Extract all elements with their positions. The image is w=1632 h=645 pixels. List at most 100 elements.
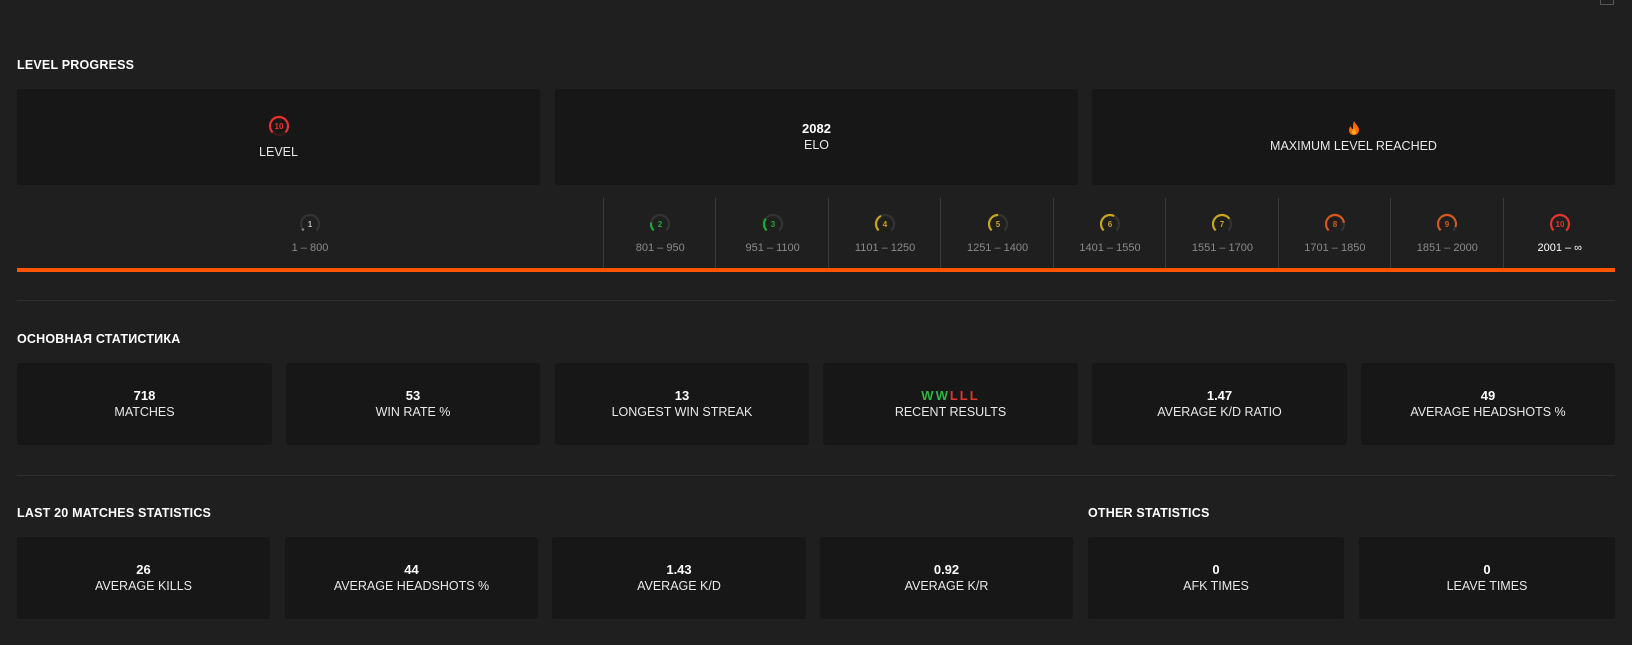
- collapse-icon[interactable]: [1600, 0, 1614, 5]
- level-range: 801 – 950: [635, 242, 685, 254]
- max-level-label: MAXIMUM LEVEL REACHED: [1270, 138, 1437, 153]
- last20-avg-kd-label: AVERAGE K/D: [637, 578, 721, 593]
- level-range: 1851 – 2000: [1416, 242, 1478, 254]
- level-number: 10: [1555, 220, 1564, 229]
- avg-kd-label: AVERAGE K/D RATIO: [1157, 404, 1282, 419]
- level-range: 1701 – 1850: [1304, 242, 1366, 254]
- avg-kills-label: AVERAGE KILLS: [94, 578, 193, 593]
- divider: [17, 300, 1615, 301]
- level-number: 6: [1108, 220, 1113, 229]
- last20-title: LAST 20 MATCHES STATISTICS: [17, 506, 212, 520]
- longest-streak-card: 13 LONGEST WIN STREAK: [555, 363, 809, 445]
- level-range: 951 – 1100: [745, 242, 800, 254]
- level-7-icon: 7: [1212, 213, 1233, 235]
- win-rate-card: 53 WIN RATE %: [286, 363, 540, 445]
- recent-results-label: RECENT RESULTS: [894, 404, 1007, 419]
- level-number: 2: [658, 220, 663, 229]
- last20-avg-headshots-card: 44 AVERAGE HEADSHOTS %: [285, 537, 538, 619]
- flame-icon: [1348, 120, 1359, 135]
- result-win: W: [935, 387, 950, 403]
- level-strip: 1 1 – 800 2 801 – 950 3 951 – 1100 4 1101 – 125…: [17, 198, 1615, 270]
- avg-kd-card: 1.47 AVERAGE K/D RATIO: [1092, 363, 1347, 445]
- elo-label: ELO: [803, 137, 829, 152]
- result-loss: L: [959, 387, 970, 403]
- level-3-icon: 3: [762, 213, 783, 235]
- level-10-icon: 10: [1549, 213, 1570, 235]
- other-stats-title: OTHER STATISTICS: [1088, 506, 1210, 520]
- level-number: 3: [770, 220, 775, 229]
- level-number: 9: [1445, 220, 1450, 229]
- win-rate-value: 53: [405, 387, 421, 403]
- last20-avg-kd-value: 1.43: [666, 561, 692, 577]
- level-2-icon: 2: [650, 213, 671, 235]
- leave-times-value: 0: [1483, 561, 1491, 577]
- avg-headshots-value: 49: [1480, 387, 1496, 403]
- win-rate-label: WIN RATE %: [375, 404, 451, 419]
- level-number: 4: [883, 220, 888, 229]
- avg-kr-card: 0.92 AVERAGE K/R: [820, 537, 1073, 619]
- recent-results-list: WWLLL: [921, 388, 979, 404]
- avg-headshots-card: 49 AVERAGE HEADSHOTS %: [1361, 363, 1615, 445]
- longest-streak-value: 13: [674, 387, 690, 403]
- avg-kr-value: 0.92: [933, 561, 960, 577]
- level-segment-6: 6 1401 – 1550: [1052, 198, 1166, 270]
- level-8-icon: 8: [1324, 213, 1345, 235]
- avg-headshots-label: AVERAGE HEADSHOTS %: [1410, 404, 1566, 419]
- level-segment-7: 7 1551 – 1700: [1165, 198, 1278, 270]
- afk-times-card: 0 AFK TIMES: [1088, 537, 1344, 619]
- level-number: 1: [308, 220, 313, 229]
- afk-times-label: AFK TIMES: [1183, 578, 1249, 593]
- elo-card: 2082 ELO: [555, 89, 1078, 185]
- level-5-icon: 5: [987, 213, 1008, 235]
- matches-label: MATCHES: [114, 404, 175, 419]
- level-6-icon: 6: [1099, 213, 1121, 235]
- level-segment-1: 1 1 – 800: [17, 198, 603, 270]
- level-segment-3: 3 951 – 1100: [715, 198, 828, 270]
- divider: [17, 475, 1615, 476]
- level-range: 1251 – 1400: [966, 242, 1029, 254]
- avg-kr-label: AVERAGE K/R: [904, 578, 989, 593]
- max-level-card: MAXIMUM LEVEL REACHED: [1092, 89, 1615, 185]
- level-segment-10: 10 2001 – ∞: [1502, 198, 1616, 270]
- main-stats-title: ОСНОВНАЯ СТАТИСТИКА: [17, 332, 181, 346]
- level-segment-9: 9 1851 – 2000: [1390, 198, 1503, 270]
- level-4-icon: 4: [874, 213, 896, 235]
- result-loss: L: [969, 387, 980, 403]
- matches-card: 718 MATCHES: [17, 363, 272, 445]
- longest-streak-label: LONGEST WIN STREAK: [611, 404, 753, 419]
- level-10-icon: 10: [268, 115, 289, 136]
- level-9-icon: 9: [1437, 213, 1458, 235]
- level-label: LEVEL: [259, 144, 298, 159]
- level-segment-2: 2 801 – 950: [603, 198, 716, 270]
- recent-results-card: WWLLL RECENT RESULTS: [823, 363, 1078, 445]
- level-segment-4: 4 1101 – 1250: [827, 198, 941, 270]
- level-card: 10 LEVEL: [17, 89, 540, 185]
- level-range: 2001 – ∞: [1537, 242, 1583, 254]
- level-range: 1401 – 1550: [1079, 242, 1141, 254]
- level-segment-8: 8 1701 – 1850: [1277, 198, 1391, 270]
- elo-value: 2082: [802, 120, 831, 136]
- level-number: 7: [1220, 220, 1225, 229]
- leave-times-card: 0 LEAVE TIMES: [1359, 537, 1615, 619]
- level-range: 1551 – 1700: [1191, 242, 1254, 254]
- level-1-icon: 1: [299, 213, 321, 235]
- level-number: 10: [274, 122, 283, 131]
- level-range: 1101 – 1250: [854, 242, 916, 254]
- last20-avg-kd-card: 1.43 AVERAGE K/D: [552, 537, 806, 619]
- avg-kills-card: 26 AVERAGE KILLS: [17, 537, 270, 619]
- level-number: 8: [1333, 220, 1338, 229]
- matches-value: 718: [133, 387, 156, 403]
- avg-kills-value: 26: [136, 561, 151, 577]
- level-number: 5: [995, 220, 1000, 229]
- last20-avg-headshots-label: AVERAGE HEADSHOTS %: [333, 578, 490, 593]
- last20-avg-headshots-value: 44: [404, 561, 419, 577]
- result-loss: L: [949, 387, 960, 403]
- level-segment-5: 5 1251 – 1400: [940, 198, 1053, 270]
- level-progress-title: LEVEL PROGRESS: [17, 58, 135, 72]
- leave-times-label: LEAVE TIMES: [1446, 578, 1528, 593]
- elo-progress-bar: [17, 268, 1615, 272]
- afk-times-value: 0: [1212, 561, 1220, 577]
- avg-kd-value: 1.47: [1206, 387, 1233, 403]
- result-win: W: [921, 387, 936, 403]
- level-range: 1 – 800: [291, 242, 329, 254]
